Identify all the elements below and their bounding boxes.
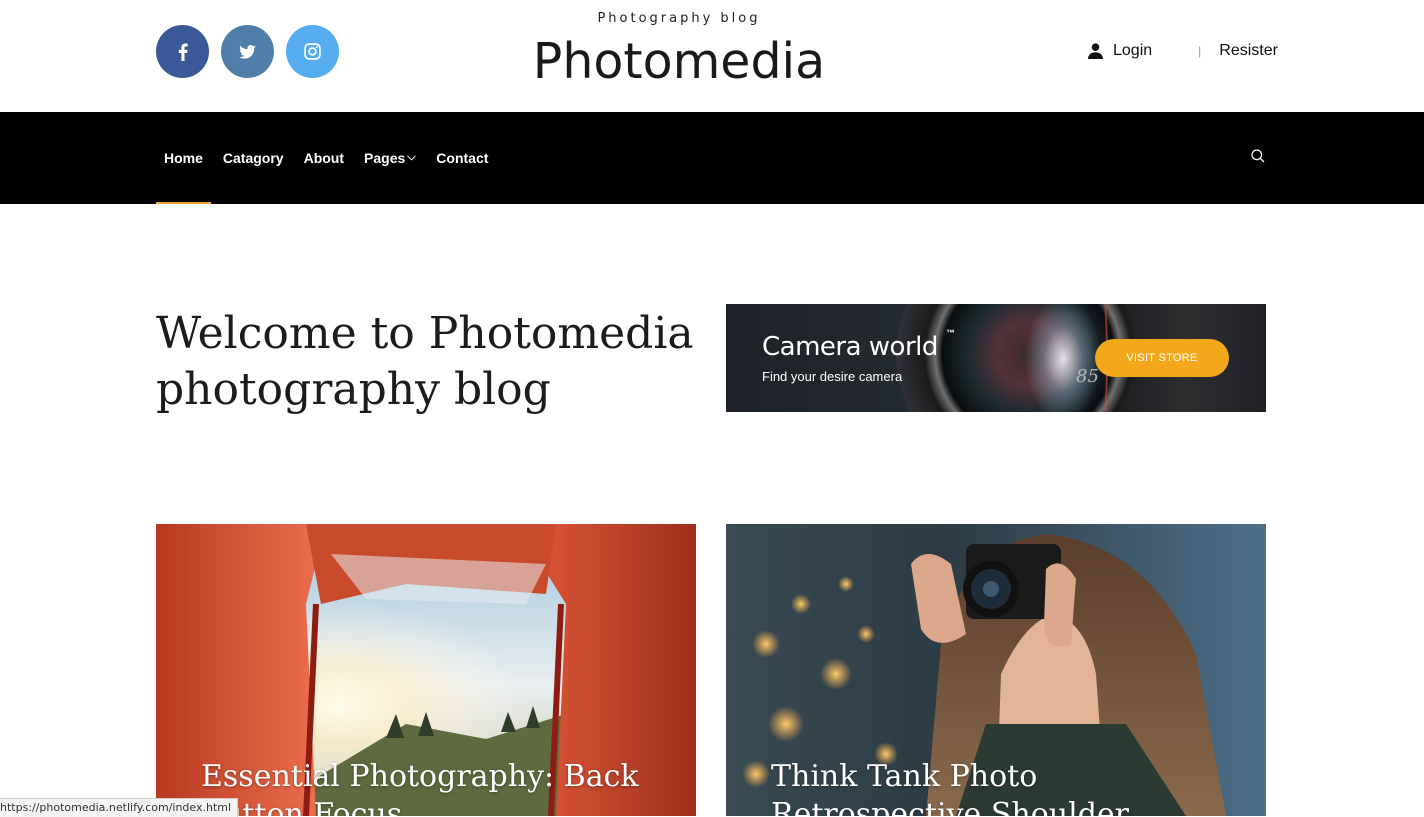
auth-links: Login | Resister <box>1088 42 1278 60</box>
nav-item-pages-label: Pages <box>364 150 406 166</box>
site-logo[interactable]: Photomedia <box>0 32 1358 92</box>
welcome-line-2: photography blog <box>156 364 551 415</box>
visit-store-button[interactable]: VISIT STORE <box>1095 339 1229 377</box>
search-button[interactable] <box>1251 149 1265 168</box>
login-link[interactable]: Login <box>1088 42 1152 60</box>
site-tagline: Photography blog <box>597 11 761 26</box>
post-title[interactable]: Essential Photography: Back Button Focus <box>201 758 671 816</box>
post-card[interactable]: Essential Photography: Back Button Focus <box>156 524 696 816</box>
banner-subtitle: Find your desire camera <box>762 369 903 384</box>
lens-number: 85 <box>1076 366 1099 387</box>
nav-item-catagory[interactable]: Catagory <box>215 112 292 204</box>
browser-status-url: https://photomedia.netlify.com/index.htm… <box>0 798 239 817</box>
login-label: Login <box>1113 42 1153 59</box>
nav-item-about[interactable]: About <box>296 112 352 204</box>
nav-item-contact[interactable]: Contact <box>428 112 496 204</box>
post-title[interactable]: Think Tank Photo Retrospective Shoulder <box>771 758 1241 816</box>
post-card[interactable]: Think Tank Photo Retrospective Shoulder <box>726 524 1266 816</box>
auth-separator: | <box>1198 44 1202 58</box>
banner-trademark: ™ <box>946 328 955 338</box>
welcome-heading: Welcome to Photomedia photography blog <box>156 306 696 418</box>
main-navbar: Home Catagory About Pages Contact <box>0 112 1424 204</box>
main-nav: Home Catagory About Pages Contact <box>156 112 500 204</box>
welcome-line-1: Welcome to Photomedia <box>156 308 694 359</box>
nav-item-pages[interactable]: Pages <box>356 112 424 204</box>
user-icon <box>1088 43 1103 59</box>
register-link[interactable]: Resister <box>1219 42 1278 60</box>
banner-title: Camera world <box>762 332 938 362</box>
nav-item-home[interactable]: Home <box>156 112 211 204</box>
chevron-down-icon <box>407 155 417 161</box>
search-icon <box>1251 149 1265 163</box>
camera-world-banner[interactable]: Camera world ™ Find your desire camera 8… <box>726 304 1266 412</box>
